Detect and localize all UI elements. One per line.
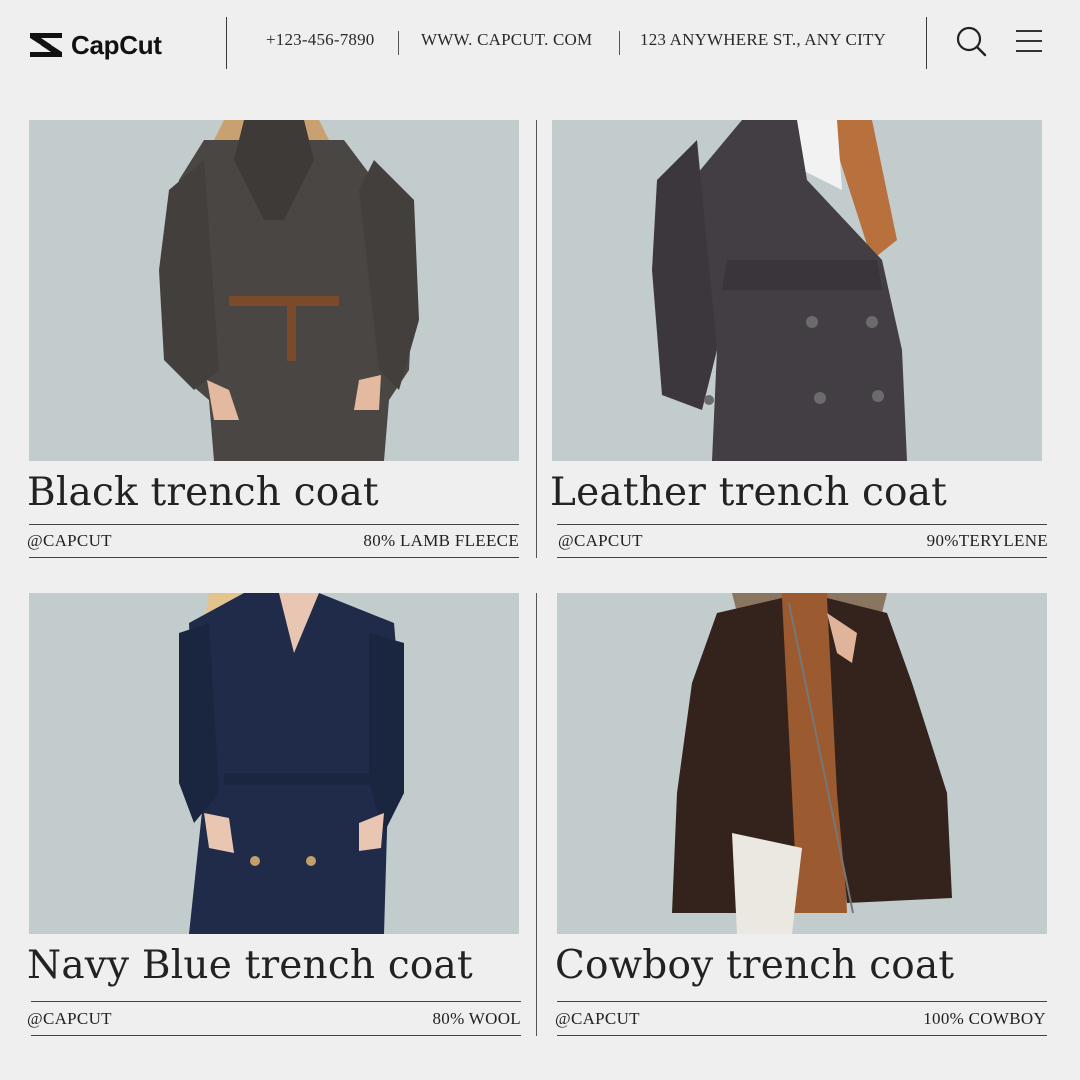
product-handle[interactable]: @CAPCUT	[558, 531, 643, 551]
product-handle[interactable]: @CAPCUT	[555, 1009, 640, 1029]
product-image[interactable]	[29, 120, 519, 461]
search-icon[interactable]	[954, 24, 988, 58]
product-image[interactable]	[29, 593, 519, 934]
info-divider	[619, 31, 620, 55]
coat-photo	[552, 120, 1042, 461]
header-divider	[926, 17, 927, 69]
divider	[29, 557, 519, 558]
divider	[557, 1035, 1047, 1036]
coat-photo	[557, 593, 1047, 934]
divider	[557, 524, 1047, 525]
product-title[interactable]: Black trench coat	[27, 470, 379, 515]
info-divider	[398, 31, 399, 55]
coat-photo	[29, 120, 519, 461]
grid-divider	[536, 593, 537, 1036]
product-material: 80% LAMB FLEECE	[363, 531, 519, 550]
product-title[interactable]: Navy Blue trench coat	[27, 943, 473, 988]
product-handle[interactable]: @CAPCUT	[27, 531, 112, 551]
product-material: 80% WOOL	[432, 1009, 521, 1028]
product-image[interactable]	[552, 120, 1042, 461]
grid-divider	[536, 120, 537, 558]
menu-icon[interactable]	[1012, 24, 1046, 58]
phone-number[interactable]: +123-456-7890	[266, 30, 375, 50]
product-title[interactable]: Leather trench coat	[550, 470, 947, 515]
header: CapCut +123-456-7890 WWW. CAPCUT. COM 12…	[0, 0, 1080, 90]
address-text: 123 ANYWHERE ST., ANY CITY	[640, 30, 887, 49]
product-image[interactable]	[557, 593, 1047, 934]
product-material: 100% COWBOY	[923, 1009, 1046, 1028]
product-handle[interactable]: @CAPCUT	[27, 1009, 112, 1029]
product-title[interactable]: Cowboy trench coat	[555, 943, 954, 988]
coat-photo	[29, 593, 519, 934]
divider	[31, 1035, 521, 1036]
divider	[557, 557, 1047, 558]
website-link[interactable]: WWW. CAPCUT. COM	[421, 30, 592, 50]
capcut-logo-icon	[30, 33, 62, 57]
divider	[557, 1001, 1047, 1002]
divider	[31, 1001, 521, 1002]
header-divider	[226, 17, 227, 69]
brand-name: CapCut	[71, 29, 162, 60]
divider	[29, 524, 519, 525]
product-material: 90%TERYLENE	[926, 531, 1048, 550]
brand-logo[interactable]: CapCut	[27, 27, 162, 63]
